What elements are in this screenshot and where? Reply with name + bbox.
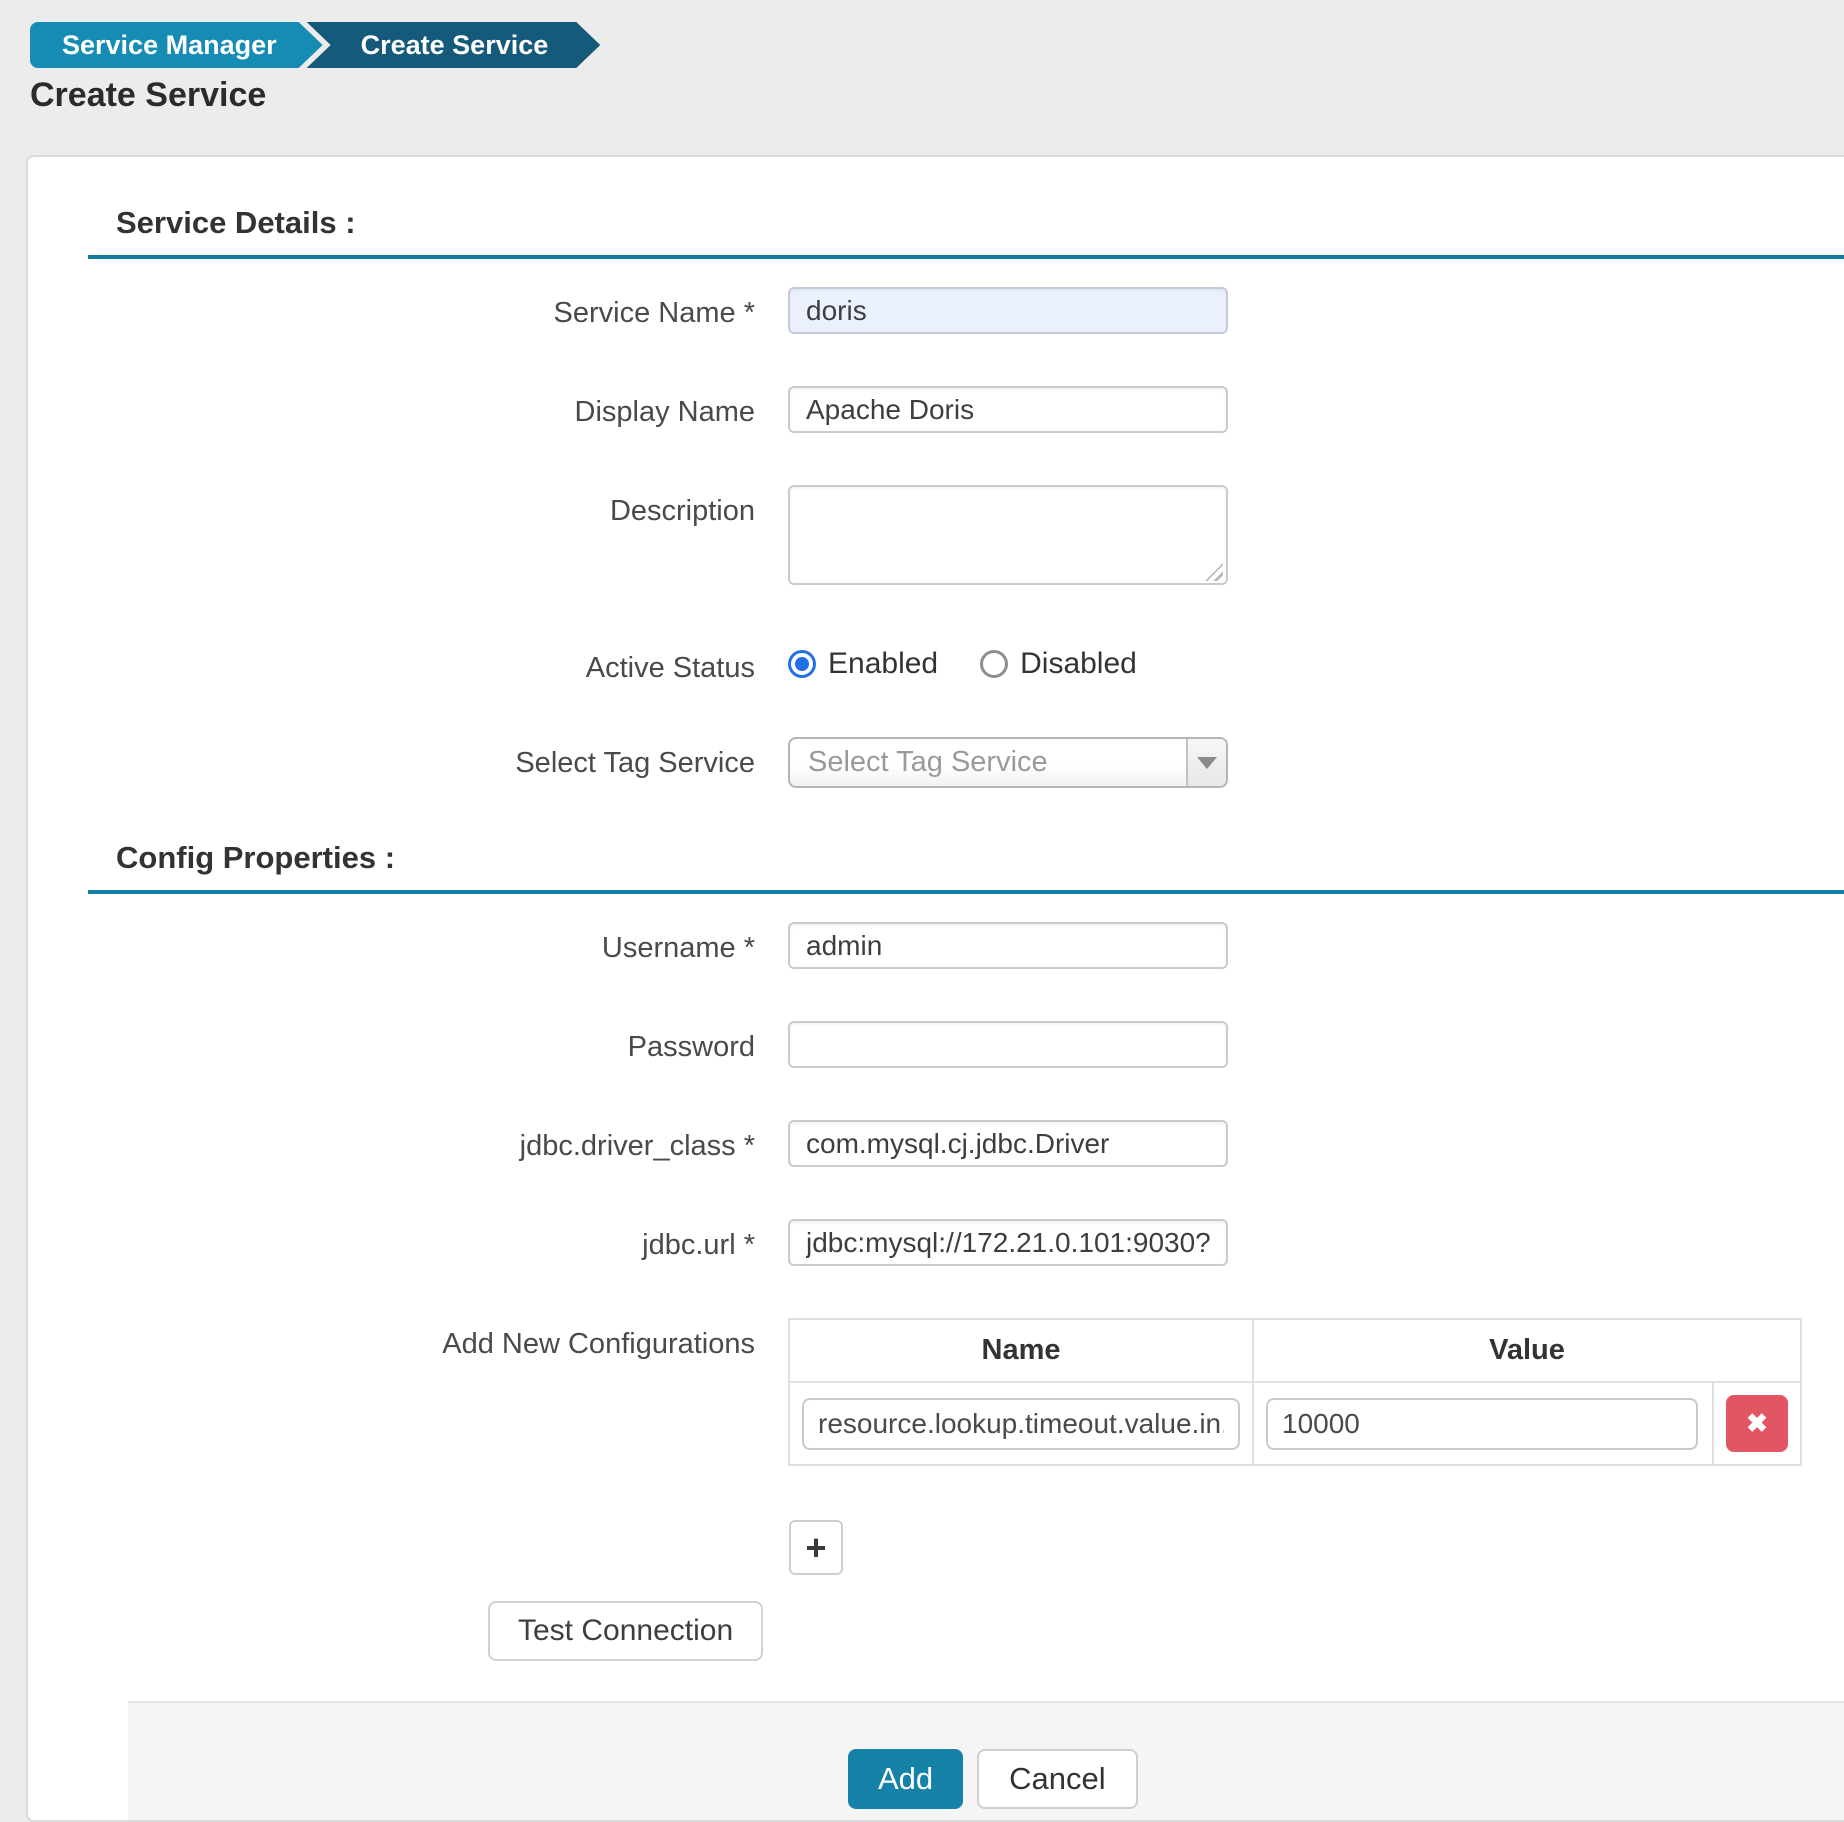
jdbc-url-input[interactable] bbox=[788, 1219, 1228, 1266]
radio-option-enabled[interactable]: Enabled bbox=[788, 647, 938, 681]
page-title: Create Service bbox=[30, 76, 266, 115]
active-status-radio-group: Enabled Disabled bbox=[788, 642, 1179, 681]
new-configurations-table: Name Value ✖ bbox=[788, 1318, 1802, 1466]
display-name-label: Display Name bbox=[88, 386, 755, 429]
jdbc-url-row: jdbc.url * bbox=[88, 1219, 1844, 1266]
radio-enabled-label: Enabled bbox=[828, 647, 938, 681]
form-actions-footer: Add Cancel bbox=[128, 1701, 1844, 1822]
service-details-heading: Service Details : bbox=[116, 205, 1844, 241]
jdbc-driver-class-label: jdbc.driver_class * bbox=[88, 1120, 755, 1163]
config-properties-heading: Config Properties : bbox=[116, 840, 1844, 876]
config-name-input[interactable] bbox=[802, 1398, 1240, 1450]
delete-config-row-button[interactable]: ✖ bbox=[1726, 1395, 1788, 1452]
config-table-row: ✖ bbox=[789, 1382, 1801, 1465]
description-row: Description bbox=[88, 485, 1844, 590]
jdbc-driver-class-input[interactable] bbox=[788, 1120, 1228, 1167]
username-row: Username * bbox=[88, 922, 1844, 969]
description-textarea[interactable] bbox=[788, 485, 1228, 585]
breadcrumb-create-service[interactable]: Create Service bbox=[307, 22, 601, 68]
breadcrumb: Service Manager Create Service bbox=[30, 22, 600, 68]
service-name-row: Service Name * bbox=[88, 287, 1844, 334]
config-value-input[interactable] bbox=[1266, 1398, 1698, 1450]
config-table-header-value: Value bbox=[1253, 1319, 1801, 1382]
cancel-button[interactable]: Cancel bbox=[977, 1749, 1138, 1809]
tag-service-row: Select Tag Service Select Tag Service bbox=[88, 737, 1844, 788]
jdbc-driver-class-row: jdbc.driver_class * bbox=[88, 1120, 1844, 1167]
radio-disabled-icon[interactable] bbox=[980, 650, 1008, 678]
tag-service-placeholder: Select Tag Service bbox=[790, 739, 1186, 786]
tag-service-select[interactable]: Select Tag Service bbox=[788, 737, 1228, 788]
tag-service-dropdown-button[interactable] bbox=[1186, 739, 1226, 786]
display-name-input[interactable] bbox=[788, 386, 1228, 433]
chevron-down-icon bbox=[1197, 757, 1217, 769]
display-name-row: Display Name bbox=[88, 386, 1844, 433]
config-properties-divider bbox=[88, 890, 1844, 894]
tag-service-label: Select Tag Service bbox=[88, 737, 755, 780]
username-label: Username * bbox=[88, 922, 755, 965]
config-table-header-name: Name bbox=[789, 1319, 1253, 1382]
add-config-row-button[interactable]: + bbox=[789, 1520, 843, 1575]
password-row: Password bbox=[88, 1021, 1844, 1068]
add-new-configurations-row: Add New Configurations Name Value bbox=[88, 1318, 1844, 1466]
service-details-divider bbox=[88, 255, 1844, 259]
service-name-input[interactable] bbox=[788, 287, 1228, 334]
radio-enabled-icon[interactable] bbox=[788, 650, 816, 678]
jdbc-url-label: jdbc.url * bbox=[88, 1219, 755, 1262]
password-label: Password bbox=[88, 1021, 755, 1064]
create-service-panel: Service Details : Service Name * Display… bbox=[26, 155, 1844, 1822]
radio-option-disabled[interactable]: Disabled bbox=[980, 647, 1137, 681]
password-input[interactable] bbox=[788, 1021, 1228, 1068]
username-input[interactable] bbox=[788, 922, 1228, 969]
test-connection-button[interactable]: Test Connection bbox=[488, 1601, 763, 1661]
breadcrumb-service-manager[interactable]: Service Manager bbox=[30, 22, 323, 68]
active-status-label: Active Status bbox=[88, 642, 755, 685]
active-status-row: Active Status Enabled Disabled bbox=[88, 642, 1844, 685]
service-name-label: Service Name * bbox=[88, 287, 755, 330]
description-label: Description bbox=[88, 485, 755, 528]
add-button[interactable]: Add bbox=[848, 1749, 963, 1809]
add-new-configurations-label: Add New Configurations bbox=[88, 1318, 755, 1361]
radio-disabled-label: Disabled bbox=[1020, 647, 1137, 681]
